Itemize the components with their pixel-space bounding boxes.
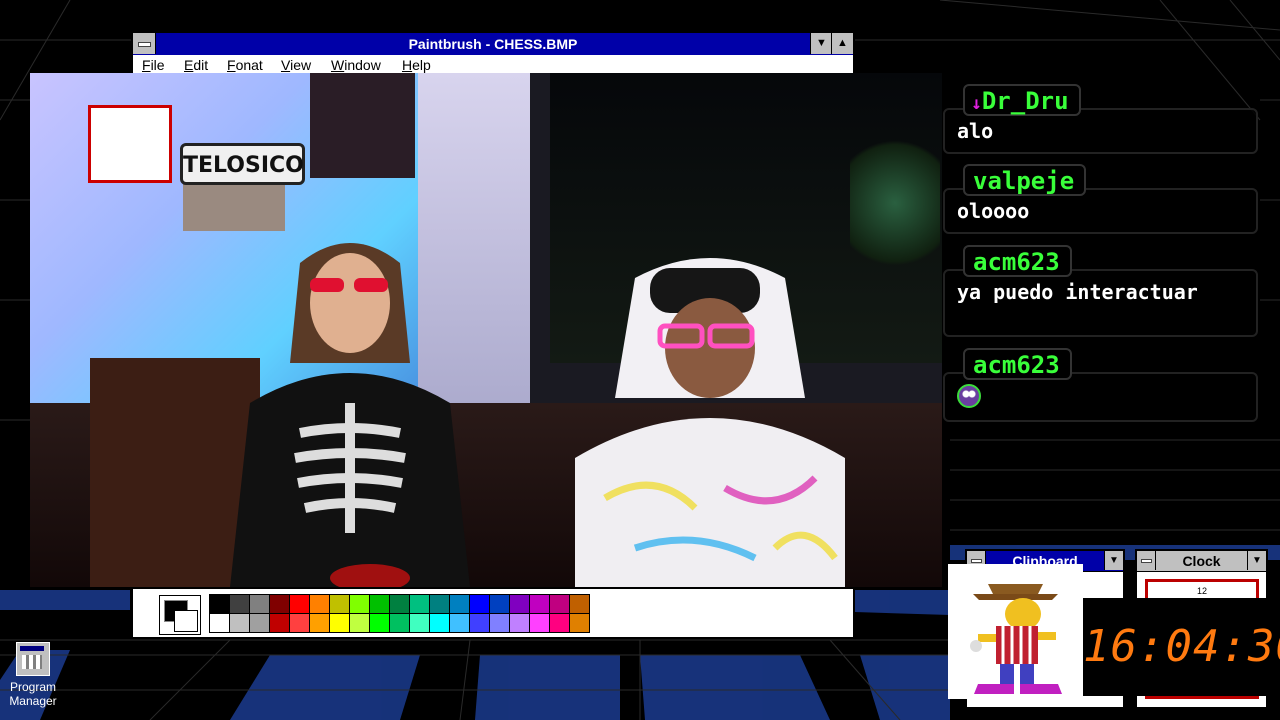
window-title: Paintbrush - CHESS.BMP [408,36,578,52]
color-swatches [209,594,590,633]
color-swatch[interactable] [230,595,249,613]
program-manager-label-line1: Program [9,680,56,694]
color-swatch[interactable] [210,614,229,632]
christmas-lights [850,133,940,273]
street-sign: TELOSICO [180,143,305,185]
color-palette [131,587,855,639]
color-swatch[interactable] [550,595,569,613]
color-swatch[interactable] [250,614,269,632]
background-color [174,610,198,632]
person-left [230,243,470,587]
color-swatch[interactable] [550,614,569,632]
color-swatch[interactable] [470,614,489,632]
color-swatch[interactable] [510,614,529,632]
color-swatch[interactable] [450,595,469,613]
color-swatch[interactable] [330,614,349,632]
program-manager-shortcut[interactable]: Program Manager [4,642,62,708]
menu-view[interactable]: View [281,57,311,73]
color-swatch[interactable] [290,614,309,632]
color-swatch[interactable] [410,614,429,632]
color-swatch[interactable] [490,614,509,632]
ghost-emote-icon [957,384,981,408]
menu-help[interactable]: Help [402,57,431,73]
color-swatch[interactable] [470,595,489,613]
menu-window[interactable]: Window [331,57,381,73]
color-swatch[interactable] [370,614,389,632]
color-swatch[interactable] [570,614,589,632]
current-colors [159,595,201,635]
color-swatch[interactable] [430,614,449,632]
menu-file[interactable]: File [142,57,165,73]
menu-bar: File Edit Fonat View Window Help [133,55,853,75]
digital-clock: 16:04:30 [1083,598,1280,696]
concert-poster [310,73,415,178]
clock-titlebar[interactable]: Clock ▼ [1137,551,1266,572]
maximize-button[interactable]: ▲ [831,33,853,54]
chat-username: acm623 [963,348,1072,380]
color-swatch[interactable] [530,614,549,632]
color-swatch[interactable] [490,595,509,613]
color-swatch[interactable] [230,614,249,632]
menu-font[interactable]: Fonat [227,57,263,73]
chat-username: ↓Dr_Dru [963,84,1081,116]
color-swatch[interactable] [330,595,349,613]
color-swatch[interactable] [430,595,449,613]
color-swatch[interactable] [350,614,369,632]
color-swatch[interactable] [390,595,409,613]
color-swatch[interactable] [390,614,409,632]
webcam-video: TELOSICO [30,73,942,587]
minimize-button[interactable]: ▼ [810,33,832,54]
color-swatch[interactable] [250,595,269,613]
color-swatch[interactable] [290,595,309,613]
chat-text: ya puedo interactuar [943,269,1258,337]
paintbrush-titlebar[interactable]: Paintbrush - CHESS.BMP ▼ ▲ [133,33,853,56]
color-swatch[interactable] [410,595,429,613]
color-swatch[interactable] [450,614,469,632]
chat-username: acm623 [963,245,1072,277]
color-swatch[interactable] [510,595,529,613]
menu-edit[interactable]: Edit [184,57,208,73]
minimize-button[interactable]: ▼ [1247,551,1266,570]
drinks-poster [88,105,172,183]
person-right [575,258,845,587]
color-swatch[interactable] [310,595,329,613]
color-swatch[interactable] [270,614,289,632]
color-swatch[interactable] [210,595,229,613]
minimize-button[interactable]: ▼ [1104,551,1123,570]
cowboy-character [948,564,1083,699]
color-swatch[interactable] [570,595,589,613]
color-swatch[interactable] [350,595,369,613]
program-manager-icon[interactable] [16,642,50,676]
color-swatch[interactable] [310,614,329,632]
chat-username: valpeje [963,164,1087,196]
clock-number: 12 [1196,586,1207,596]
chat-username-text: Dr_Dru [981,87,1069,115]
program-manager-label-line2: Manager [9,694,57,708]
mod-badge-icon: ↓ [971,93,982,114]
color-swatch[interactable] [270,595,289,613]
color-swatch[interactable] [370,595,389,613]
cowboy-figure [970,584,1062,694]
color-swatch[interactable] [530,595,549,613]
paintbrush-window: Paintbrush - CHESS.BMP ▼ ▲ File Edit Fon… [131,31,855,75]
